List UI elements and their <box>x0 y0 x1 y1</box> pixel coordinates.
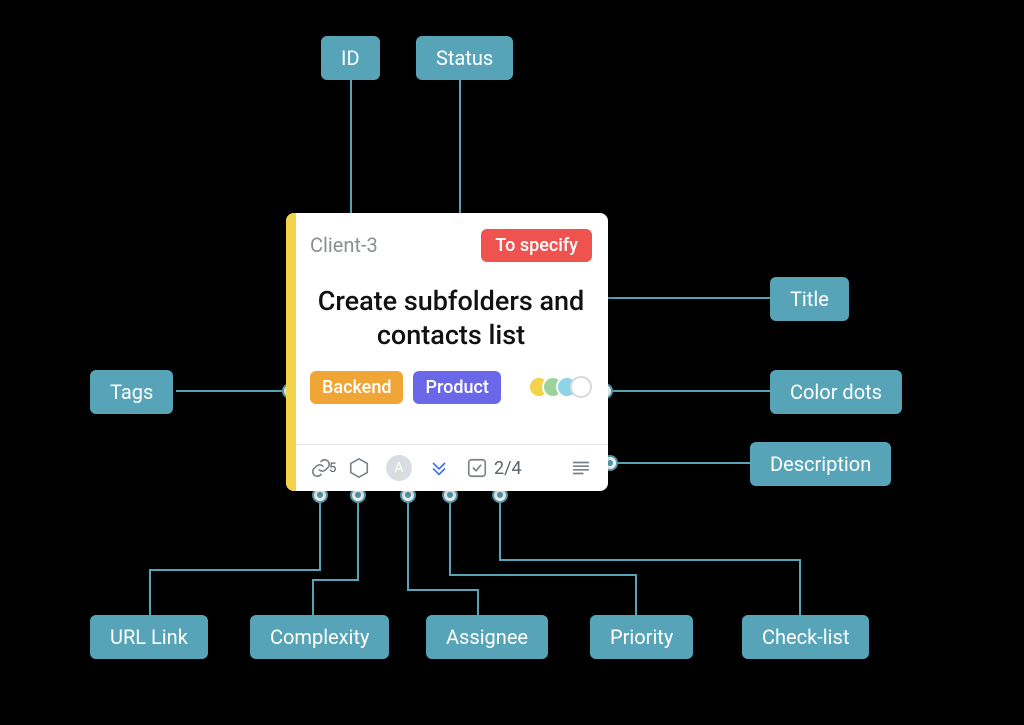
label-checklist: Check-list <box>742 615 869 659</box>
checklist-count: 2/4 <box>494 458 522 479</box>
priority-icon[interactable] <box>428 457 450 479</box>
label-id: ID <box>321 36 380 80</box>
tag-product[interactable]: Product <box>413 371 500 404</box>
task-card[interactable]: Client-3 To specify Create subfolders an… <box>286 213 608 491</box>
complexity-badge[interactable]: 5 <box>348 457 370 479</box>
checklist-indicator[interactable]: 2/4 <box>466 457 522 479</box>
tag-backend[interactable]: Backend <box>310 371 403 404</box>
color-dots[interactable] <box>528 376 592 398</box>
label-title: Title <box>770 277 849 321</box>
label-color-dots: Color dots <box>770 370 902 414</box>
label-assignee: Assignee <box>426 615 548 659</box>
label-url-link: URL Link <box>90 615 208 659</box>
card-color-stripe <box>286 213 296 491</box>
tags-row: Backend Product <box>310 371 592 404</box>
label-priority: Priority <box>590 615 693 659</box>
label-tags: Tags <box>90 370 173 414</box>
label-status: Status <box>416 36 513 80</box>
task-id: Client-3 <box>310 233 378 257</box>
status-pill[interactable]: To specify <box>481 229 592 262</box>
label-complexity: Complexity <box>250 615 389 659</box>
diagram-stage: ID Status Title Tags Color dots Descript… <box>0 0 1024 725</box>
color-dot-empty <box>570 376 592 398</box>
complexity-value: 5 <box>329 461 336 476</box>
avatar: A <box>386 455 412 481</box>
task-title: Create subfolders and contacts list <box>316 285 586 353</box>
label-description: Description <box>750 442 891 486</box>
assignee-avatar[interactable]: A <box>386 455 412 481</box>
description-icon[interactable] <box>570 457 592 479</box>
